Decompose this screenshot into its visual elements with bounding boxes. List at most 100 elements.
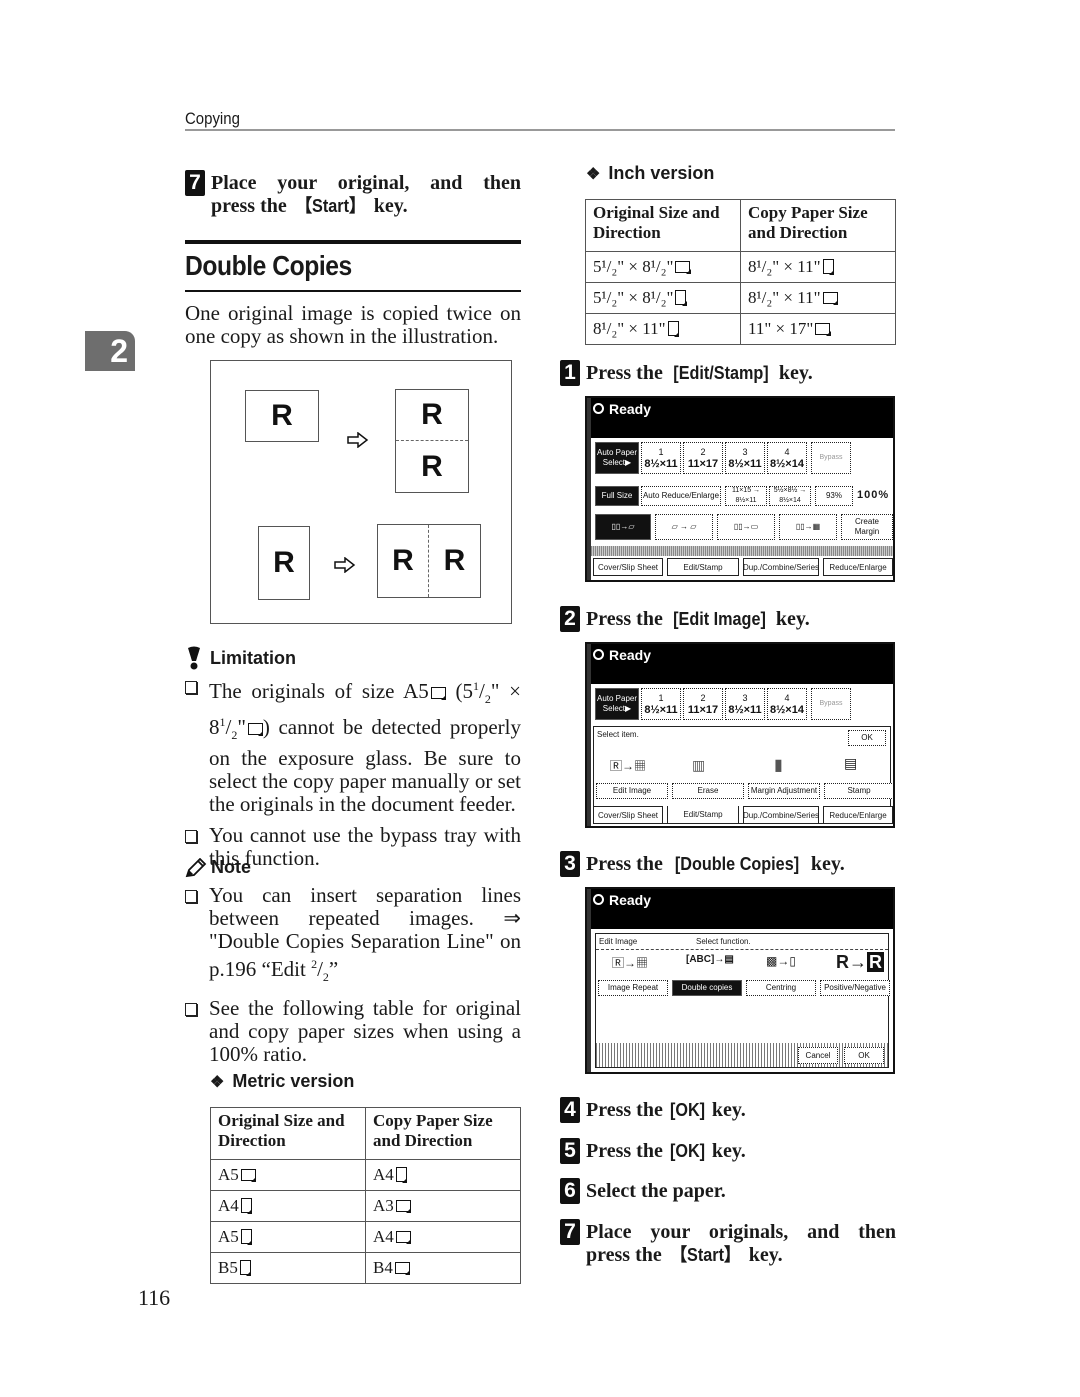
margin-adjustment-button[interactable]: Margin Adjustment	[748, 783, 820, 799]
positive-negative-button[interactable]: Positive/Negative	[820, 980, 890, 996]
letter-r: R	[396, 390, 468, 441]
limitation-heading: Limitation	[185, 646, 296, 670]
auto-paper-select-button[interactable]: Auto Paper Select▶	[595, 442, 639, 474]
tray-number: 2	[700, 447, 706, 457]
panel-title: Edit Image	[599, 937, 638, 946]
pencil-icon	[185, 857, 207, 877]
cancel-button[interactable]: Cancel	[798, 1047, 838, 1064]
table-cell: B4	[365, 1252, 521, 1284]
tray-size: 11×17	[687, 458, 719, 470]
image-repeat-icon: 🅁→▦	[612, 956, 649, 970]
portrait-orientation-icon	[239, 1260, 252, 1276]
ratio-display: 100%	[857, 489, 890, 501]
edit-image-button[interactable]: Edit Image	[596, 783, 668, 799]
text: Press the	[586, 362, 668, 384]
preset-ratio-3-button[interactable]: 93%	[815, 486, 853, 506]
tab-cover-slip-sheet[interactable]: Cover/Slip Sheet	[593, 558, 663, 576]
combine-4-button[interactable]: ▯▯→▦	[779, 514, 837, 540]
bypass-button[interactable]: Bypass	[811, 688, 851, 720]
step-number: 3	[560, 851, 580, 877]
full-size-button[interactable]: Full Size	[595, 486, 639, 506]
status-bar: Ready	[587, 644, 893, 684]
double-copies-key: [Double Copies]	[674, 854, 799, 874]
ok-button[interactable]: OK	[848, 730, 886, 746]
preset-ratio-2-button[interactable]: 5½×8½ → 8½×14	[769, 486, 811, 506]
tray-2-button[interactable]: 2 11×17	[683, 442, 723, 474]
intro-paragraph: One original image is copied twice on on…	[185, 301, 521, 348]
tab-reduce-enlarge[interactable]: Reduce/Enlarge	[823, 558, 893, 576]
copier-screen-2: Ready Auto Paper Select▶ 1 8½×11 2 11×17 3…	[585, 642, 895, 828]
column-header: Copy Paper Size and Direction	[365, 1107, 521, 1160]
text: Select the paper.	[586, 1180, 726, 1202]
screen-edge	[587, 889, 591, 1072]
size-text: 5¹/₂" × 8¹/₂"	[593, 257, 674, 276]
duplex-1-to-2-button[interactable]: ▯▯→▱	[595, 514, 651, 540]
stamp-button[interactable]: Stamp	[824, 783, 893, 799]
table-row: A5 A4	[210, 1221, 521, 1253]
portrait-orientation-icon	[675, 290, 687, 306]
create-margin-button[interactable]: Create Margin	[841, 514, 893, 540]
size-text: A4	[218, 1196, 239, 1215]
landscape-orientation-icon	[240, 1169, 257, 1182]
note-label: Note	[211, 857, 251, 877]
tray-1-button[interactable]: 1 8½×11	[641, 688, 681, 720]
tray-number: 3	[742, 693, 748, 703]
tab-cover-slip-sheet[interactable]: Cover/Slip Sheet	[593, 806, 663, 824]
step-number: 7	[560, 1219, 580, 1245]
text: (5	[445, 679, 473, 703]
tab-dup-combine-series[interactable]: Dup./Combine/Series	[743, 558, 819, 576]
table-cell: A4	[210, 1190, 366, 1222]
table-row: 8¹/₂" × 11" 11" × 17"	[585, 313, 896, 345]
ok-button[interactable]: OK	[844, 1047, 884, 1064]
limitation-list: The originals of size A5 (51/2" × 81/2")…	[185, 675, 521, 878]
table-cell: A4	[365, 1221, 521, 1253]
table-cell: A5	[210, 1159, 366, 1191]
table-cell: A4	[365, 1159, 521, 1191]
text: key.	[743, 1244, 783, 1266]
size-text: 11" × 17"	[748, 319, 814, 338]
step-number: 4	[560, 1097, 580, 1123]
tray-3-button[interactable]: 3 8½×11	[725, 442, 765, 474]
auto-reduce-enlarge-button[interactable]: Auto Reduce/Enlarge	[641, 486, 721, 506]
tray-number: 1	[658, 693, 664, 703]
table-row: B5 B4	[210, 1252, 521, 1284]
centring-button[interactable]: Centring	[746, 980, 816, 996]
edit-stamp-key: [Edit/Stamp]	[673, 363, 769, 383]
header-rule	[185, 129, 895, 131]
double-copies-button[interactable]: Double copies	[672, 980, 742, 996]
copier-screen-1: Ready Auto Paper Select▶ 1 8½×11 2 11×17 3…	[585, 396, 895, 582]
combine-button[interactable]: ▯▯→▭	[717, 514, 775, 540]
step-line-2-pre: press the	[211, 195, 292, 217]
size-text: A4	[373, 1227, 394, 1246]
preset-ratio-1-button[interactable]: 11×15 → 8½×11	[725, 486, 767, 506]
tray-2-button[interactable]: 2 11×17	[683, 688, 723, 720]
tray-4-button[interactable]: 4 8½×14	[767, 688, 807, 720]
step-number: 6	[560, 1178, 580, 1204]
note-list: You can insert separation lines between …	[185, 884, 521, 1074]
duplex-2-to-2-button[interactable]: ▱ → ▱	[655, 514, 713, 540]
tab-edit-stamp[interactable]: Edit/Stamp	[667, 558, 739, 576]
tab-edit-stamp[interactable]: Edit/Stamp	[667, 806, 739, 824]
limitation-icon	[188, 646, 200, 670]
auto-paper-select-button[interactable]: Auto Paper Select▶	[595, 688, 639, 720]
portrait-orientation-icon	[395, 1167, 408, 1183]
letter-r: R	[271, 399, 293, 432]
hollow-arrow-icon	[334, 557, 356, 573]
bypass-button[interactable]: Bypass	[811, 442, 851, 474]
status-bar: Ready	[587, 889, 893, 929]
text: Press the	[586, 1099, 668, 1121]
tab-reduce-enlarge[interactable]: Reduce/Enlarge	[823, 806, 893, 824]
checkbox-bullet-icon	[185, 830, 197, 844]
size-text: 8¹/₂" × 11"	[748, 288, 821, 307]
running-header: Copying	[185, 109, 240, 128]
tray-3-button[interactable]: 3 8½×11	[725, 688, 765, 720]
image-repeat-button[interactable]: Image Repeat	[598, 980, 668, 996]
tab-dup-combine-series[interactable]: Dup./Combine/Series	[743, 806, 819, 824]
size-text: A5	[218, 1227, 239, 1246]
divider	[596, 949, 888, 950]
letter-r: R	[421, 449, 443, 483]
table-cell: 5¹/₂" × 8¹/₂"	[585, 282, 741, 314]
erase-button[interactable]: Erase	[672, 783, 744, 799]
tray-1-button[interactable]: 1 8½×11	[641, 442, 681, 474]
tray-4-button[interactable]: 4 8½×14	[767, 442, 807, 474]
